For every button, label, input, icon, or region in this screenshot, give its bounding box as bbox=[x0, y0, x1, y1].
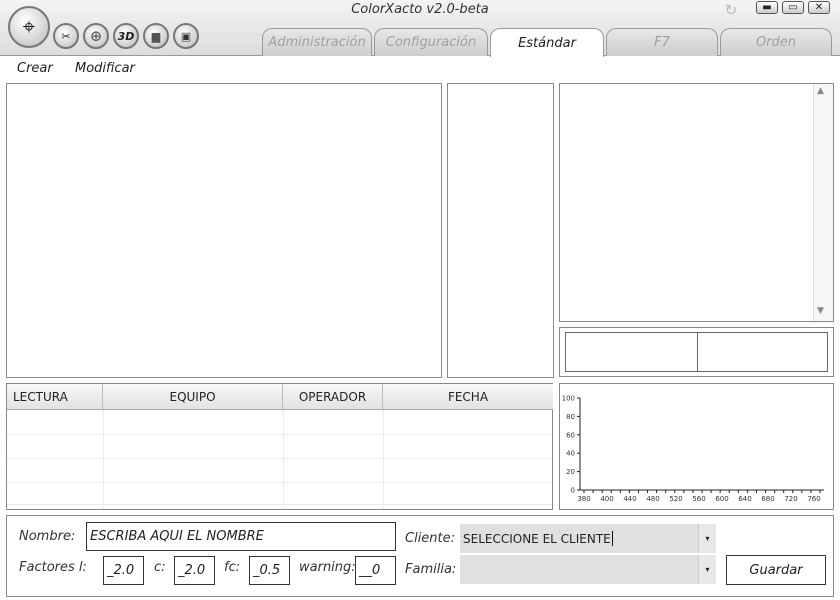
app-title: ColorXacto v2.0-beta bbox=[351, 2, 489, 17]
column-separator bbox=[383, 410, 384, 509]
x-tick-label: 720 bbox=[784, 495, 797, 503]
target-icon: ⊕ bbox=[89, 27, 103, 45]
x-tick-label: 400 bbox=[600, 495, 613, 503]
column-separator bbox=[103, 410, 104, 509]
factor-c-label: c: bbox=[154, 560, 166, 575]
scroll-down-icon[interactable]: ▼ bbox=[817, 306, 824, 316]
readings-table: LECTURA EQUIPO OPERADOR FECHA bbox=[6, 383, 553, 510]
column-header-operador[interactable]: OPERADOR bbox=[283, 384, 383, 410]
folder-button[interactable]: ▆ bbox=[143, 23, 169, 49]
standard-form: Nombre: ESCRIBA AQUI EL NOMBRE Cliente: … bbox=[6, 515, 834, 597]
x-tick-label: 480 bbox=[646, 495, 659, 503]
3d-icon: 3D bbox=[117, 29, 135, 43]
crosshair-logo-button[interactable]: ⌖ bbox=[8, 6, 50, 48]
factor-l-input[interactable]: _2.0 bbox=[103, 556, 144, 585]
side-panel bbox=[447, 83, 554, 378]
factor-fc-label: fc: bbox=[224, 560, 241, 575]
client-select[interactable]: SELECCIONE EL CLIENTE bbox=[460, 524, 698, 553]
column-header-lectura[interactable]: LECTURA bbox=[7, 384, 103, 410]
row-separator bbox=[7, 504, 552, 505]
swatch-box bbox=[565, 332, 828, 372]
3d-button[interactable]: 3D bbox=[113, 23, 139, 49]
name-label: Nombre: bbox=[19, 529, 76, 544]
x-tick-label: 680 bbox=[761, 495, 774, 503]
tab-configuracion[interactable]: Configuración bbox=[374, 28, 488, 56]
chevron-down-icon: ▾ bbox=[705, 534, 710, 543]
factors-label: Factores l: bbox=[19, 560, 87, 575]
tools-icon: ✂ bbox=[61, 29, 71, 43]
menu-modificar[interactable]: Modificar bbox=[75, 61, 135, 76]
minimize-button[interactable]: ▬ bbox=[756, 1, 778, 14]
crosshair-icon: ⌖ bbox=[22, 14, 36, 40]
refresh-icon[interactable]: ↻ bbox=[722, 1, 740, 19]
x-tick-label: 760 bbox=[807, 495, 820, 503]
family-dropdown-arrow[interactable]: ▾ bbox=[698, 555, 716, 584]
y-tick-label: 60 bbox=[566, 431, 575, 439]
swatch-divider bbox=[697, 333, 698, 371]
maximize-button[interactable]: ▭ bbox=[782, 1, 804, 14]
x-tick-label: 380 bbox=[577, 495, 590, 503]
scroll-up-icon[interactable]: ▲ bbox=[817, 86, 824, 96]
text-cursor bbox=[611, 531, 613, 546]
x-tick-label: 560 bbox=[692, 495, 705, 503]
tools-button[interactable]: ✂ bbox=[53, 23, 79, 49]
spectrum-chart: 100 80 60 40 20 0380 400 440 480 520 560 600 640 680 7… bbox=[562, 395, 824, 503]
save-button[interactable]: Guardar bbox=[726, 555, 826, 585]
row-separator bbox=[7, 434, 552, 435]
row-separator bbox=[7, 482, 552, 483]
family-label: Familia: bbox=[405, 562, 457, 577]
row-separator bbox=[7, 458, 552, 459]
tab-administracion[interactable]: Administración bbox=[262, 28, 372, 56]
save-toolbar-button[interactable]: ▣ bbox=[173, 23, 199, 49]
client-dropdown-arrow[interactable]: ▾ bbox=[698, 524, 716, 553]
factor-fc-input[interactable]: _0.5 bbox=[249, 556, 290, 585]
target-button[interactable]: ⊕ bbox=[83, 23, 109, 49]
warning-input[interactable]: __0 bbox=[355, 556, 396, 585]
x-tick-label: 600 bbox=[715, 495, 728, 503]
client-label: Cliente: bbox=[405, 531, 456, 546]
main-preview-panel bbox=[6, 83, 442, 378]
list-scrollbar[interactable]: ▲ ▼ bbox=[813, 84, 833, 321]
chevron-down-icon: ▾ bbox=[705, 565, 710, 574]
x-tick-label: 440 bbox=[623, 495, 636, 503]
name-input[interactable]: ESCRIBA AQUI EL NOMBRE bbox=[86, 522, 396, 551]
family-select[interactable] bbox=[460, 555, 698, 584]
warning-label: warning: bbox=[299, 560, 356, 575]
x-tick-label: 520 bbox=[669, 495, 682, 503]
factor-c-input[interactable]: _2.0 bbox=[174, 556, 215, 585]
column-header-equipo[interactable]: EQUIPO bbox=[103, 384, 283, 410]
tab-estandar[interactable]: Estándar bbox=[490, 28, 604, 57]
spectrum-chart-panel: 100 80 60 40 20 0 380 400 440 480 520 560 600 640 680 7… bbox=[559, 383, 834, 510]
x-tick-label: 640 bbox=[738, 495, 751, 503]
y-tick-label: 0 bbox=[571, 487, 575, 495]
folder-icon: ▆ bbox=[151, 29, 161, 43]
y-tick-label: 100 bbox=[562, 395, 575, 403]
column-header-fecha[interactable]: FECHA bbox=[383, 384, 553, 410]
close-button[interactable]: ✕ bbox=[808, 1, 830, 14]
save-icon: ▣ bbox=[180, 29, 192, 43]
y-tick-label: 40 bbox=[566, 450, 575, 458]
tab-orden[interactable]: Orden bbox=[720, 28, 832, 56]
list-panel bbox=[559, 83, 834, 322]
swatch-panel bbox=[559, 327, 834, 377]
tab-f7[interactable]: F7 bbox=[606, 28, 718, 56]
y-tick-label: 80 bbox=[566, 413, 575, 421]
menu-crear[interactable]: Crear bbox=[17, 61, 53, 76]
client-select-value: SELECCIONE EL CLIENTE bbox=[463, 531, 611, 546]
column-separator bbox=[283, 410, 284, 509]
y-tick-label: 20 bbox=[566, 468, 575, 476]
